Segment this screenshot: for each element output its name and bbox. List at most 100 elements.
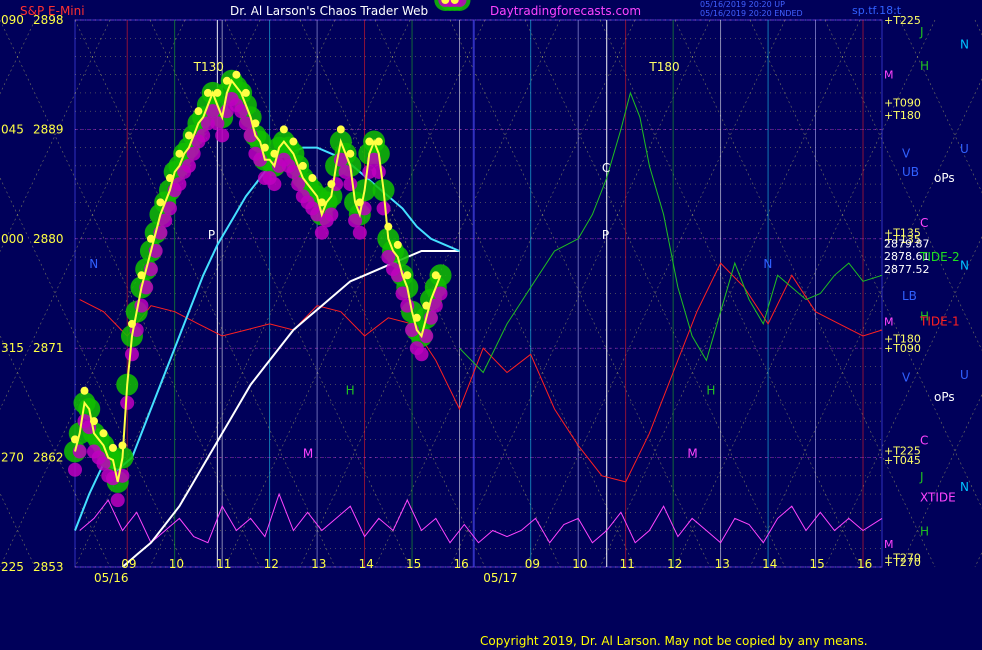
x-tick-label: 11 (620, 557, 635, 571)
price-point (327, 180, 336, 189)
price-point (156, 198, 165, 207)
y-tick-price-label: 2880 (33, 232, 64, 246)
x-tick-label: 13 (311, 557, 326, 571)
date-label: 05/16 (94, 571, 129, 585)
y-tick-phase-label: 000 (1, 232, 24, 246)
in-chart-label: P (208, 228, 215, 242)
price-point (80, 386, 89, 395)
price-point (118, 441, 127, 450)
price-point (403, 271, 412, 280)
x-tick-label: 10 (572, 557, 587, 571)
side-marker-label: TIDE-1 (919, 314, 960, 328)
price-point (194, 107, 203, 116)
side-marker-label: C (920, 434, 928, 448)
price-point (203, 88, 212, 97)
x-tick-label: 14 (762, 557, 777, 571)
flux-low-band (376, 201, 391, 216)
in-chart-label: M (303, 447, 313, 461)
side-marker-label: U (960, 368, 969, 382)
in-chart-label: N (89, 257, 98, 271)
diagonal-gridline (0, 492, 36, 568)
date-label: 05/17 (483, 571, 518, 585)
price-point (374, 137, 383, 146)
side-marker-label: UB (902, 165, 919, 179)
x-tick-label: 16 (857, 557, 872, 571)
price-point (213, 88, 222, 97)
product-title: S&P E-Mini (20, 4, 85, 18)
side-marker-label: TIDE-2 (919, 250, 960, 264)
y-tick-price-label: 2862 (33, 451, 64, 465)
right-level-label: M (884, 538, 894, 551)
price-point (175, 149, 184, 158)
right-level-label: +T045 (884, 454, 921, 467)
x-tick-label: 15 (810, 557, 825, 571)
price-projection-line (459, 91, 883, 374)
y-tick-phase-label: 045 (1, 122, 24, 136)
page-title: Dr. Al Larson's Chaos Trader Web (230, 4, 429, 18)
y-tick-phase-label: 225 (1, 560, 24, 574)
y-tick-price-label: 2871 (33, 341, 64, 355)
price-point (260, 143, 269, 152)
flux-low-band (110, 493, 125, 508)
side-marker-label: N (960, 37, 969, 51)
side-marker-label: J (919, 25, 924, 39)
right-level-label: M (884, 315, 894, 328)
price-point (355, 198, 364, 207)
right-level-label: 2877.52 (884, 263, 930, 276)
right-level-label: +T090 (884, 97, 921, 110)
tide-1-line (79, 262, 883, 483)
x-tick-label: 16 (454, 557, 469, 571)
in-chart-label: T180 (648, 60, 679, 74)
price-point (241, 88, 250, 97)
side-marker-label: LB (902, 289, 917, 303)
side-marker-label: oPs (934, 390, 955, 404)
price-point (279, 125, 288, 134)
flux-low-band (215, 128, 230, 143)
side-marker-label: C (920, 216, 928, 230)
right-level-label: +T180 (884, 109, 921, 122)
side-marker-label: V (902, 370, 911, 384)
in-chart-label: H (706, 383, 715, 397)
right-level-label: 2879.87 (884, 238, 930, 251)
price-point (298, 161, 307, 170)
side-marker-label: N (960, 259, 969, 273)
flux-low-band (124, 347, 139, 362)
price-point (431, 271, 440, 280)
flux-low-band (314, 225, 329, 240)
price-point (317, 198, 326, 207)
y-tick-phase-label: 270 (1, 451, 24, 465)
x-tick-label: 10 (169, 557, 184, 571)
price-point (336, 125, 345, 134)
flux-low-band (68, 462, 82, 477)
price-point (165, 174, 174, 183)
diagonal-gridline (974, 551, 982, 568)
x-tick-label: 12 (264, 557, 279, 571)
flux-low-band (172, 177, 187, 192)
side-marker-label: J (919, 470, 924, 484)
chaos-chart: 090 2898045 2889000 2880315 2871270 2862225 28… (0, 0, 982, 585)
price-point (71, 435, 79, 444)
in-chart-label: P (602, 228, 609, 242)
flux-low-band (371, 164, 386, 179)
flux-low-band (414, 347, 429, 362)
side-marker-label: V (902, 147, 911, 161)
copyright-notice: Copyright 2019, Dr. Al Larson. May not b… (480, 634, 868, 648)
diagonal-gridline (0, 19, 36, 95)
timestamp-line2: 05/16/2019 20:20 ENDED (700, 9, 803, 18)
site-link[interactable]: Daytradingforecasts.com (490, 4, 641, 18)
price-point (251, 119, 260, 128)
price-point (346, 149, 355, 158)
price-point (422, 301, 431, 310)
x-tick-label: 12 (667, 557, 682, 571)
diagonal-gridline (974, 19, 982, 36)
flux-low-band (343, 177, 358, 192)
in-chart-label: T130 (193, 60, 224, 74)
x-tick-label: 14 (359, 557, 374, 571)
right-level-label: +T270 (884, 556, 921, 569)
in-chart-label: M (687, 447, 697, 461)
in-chart-label: H (346, 383, 355, 397)
price-point (393, 240, 402, 249)
flux-low-band (196, 128, 211, 143)
side-marker-label: N (960, 480, 969, 494)
timestamp-line1: 05/16/2019 20:20 UP (700, 0, 785, 9)
